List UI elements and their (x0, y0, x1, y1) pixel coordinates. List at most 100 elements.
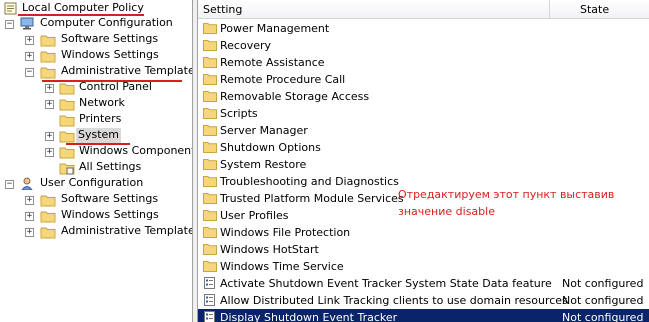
setting-state: Not configured (562, 294, 644, 307)
expand-expander[interactable]: + (25, 212, 34, 221)
expander-glyph: + (46, 83, 53, 93)
setting-name: Trusted Platform Module Services (220, 192, 404, 205)
list-row[interactable]: Activate Shutdown Event Tracker System S… (198, 275, 649, 292)
folder-icon (40, 227, 56, 239)
tree-label: Control Panel (79, 80, 152, 93)
expand-expander[interactable]: + (45, 148, 54, 157)
setting-state: Not configured (562, 311, 644, 322)
setting-name: Scripts (220, 107, 258, 120)
column-header-setting[interactable]: Setting (198, 0, 550, 19)
tree-label: Software Settings (61, 192, 159, 205)
folder-icon (203, 261, 217, 272)
setting-name: Windows Time Service (220, 260, 344, 273)
list-row[interactable]: Recovery (198, 37, 649, 54)
expand-expander[interactable]: + (45, 84, 54, 93)
expander-glyph: − (26, 67, 33, 77)
expander-glyph: − (6, 179, 13, 189)
user-icon (21, 177, 33, 190)
expander-glyph: + (26, 211, 33, 221)
list-row[interactable]: Windows File Protection (198, 224, 649, 241)
list-row[interactable]: Remote Assistance (198, 54, 649, 71)
list-header: Setting State (198, 0, 649, 19)
expand-expander[interactable]: + (25, 228, 34, 237)
collapse-expander[interactable]: − (25, 68, 34, 77)
settings-list: Setting State Power Management Recovery Re… (198, 0, 649, 322)
folder-icon (203, 176, 217, 187)
tree-label: Computer Configuration (40, 16, 173, 29)
list-row[interactable]: Shutdown Options (198, 139, 649, 156)
expander-glyph: + (26, 35, 33, 45)
folder-icon (40, 51, 56, 63)
list-row[interactable]: Removable Storage Access (198, 88, 649, 105)
folder-icon (203, 108, 217, 119)
tree-label: User Configuration (40, 176, 144, 189)
folder-icon (59, 147, 75, 159)
tree-label: All Settings (79, 160, 142, 173)
tree-label: Administrative Templates (61, 64, 192, 77)
setting-name: Server Manager (220, 124, 308, 137)
folder-icon (40, 211, 56, 223)
tree-label: Network (79, 96, 125, 109)
list-row[interactable]: System Restore (198, 156, 649, 173)
expander-glyph: + (46, 99, 53, 109)
folder-icon (203, 159, 217, 170)
navigation-tree: Local Computer Policy − Computer Configu… (0, 0, 192, 322)
setting-name: Removable Storage Access (220, 90, 370, 103)
policy-setting-icon (204, 311, 215, 322)
list-row[interactable]: Remote Procedure Call (198, 71, 649, 88)
list-row[interactable]: Windows HotStart (198, 241, 649, 258)
setting-name: Power Management (220, 22, 330, 35)
expand-expander[interactable]: + (45, 100, 54, 109)
tree-label: Windows Components (79, 144, 192, 157)
expand-expander[interactable]: + (25, 196, 34, 205)
setting-name: Recovery (220, 39, 272, 52)
list-row[interactable]: Power Management (198, 20, 649, 37)
folder-icon (203, 227, 217, 238)
collapse-expander[interactable]: − (5, 20, 14, 29)
tree-label: Printers (79, 112, 122, 125)
folder-icon (40, 195, 56, 207)
list-row[interactable]: Allow Distributed Link Tracking clients … (198, 292, 649, 309)
tree-label: Software Settings (61, 32, 159, 45)
setting-name: Troubleshooting and Diagnostics (220, 175, 399, 188)
setting-state: Not configured (562, 277, 644, 290)
setting-name: Display Shutdown Event Tracker (220, 311, 398, 322)
tree-label: Windows Settings (61, 208, 159, 221)
list-row[interactable]: Display Shutdown Event Tracker Not config… (198, 309, 649, 322)
expand-expander[interactable]: + (45, 132, 54, 141)
folder-icon (59, 99, 75, 111)
list-row[interactable]: Scripts (198, 105, 649, 122)
folder-icon (203, 193, 217, 204)
annotation-note: Отредактируем этот пункт выставив значен… (398, 188, 615, 218)
folder-icon (59, 83, 75, 95)
list-row[interactable]: Server Manager (198, 122, 649, 139)
expand-expander[interactable]: + (25, 36, 34, 45)
setting-name: User Profiles (220, 209, 289, 222)
expander-glyph: + (46, 131, 53, 141)
folder-open-icon (40, 67, 56, 79)
setting-name: System Restore (220, 158, 307, 171)
setting-name: Windows HotStart (220, 243, 319, 256)
folder-icon (203, 74, 217, 85)
collapse-expander[interactable]: − (5, 180, 14, 189)
folder-icon (203, 125, 217, 136)
folder-icon (203, 57, 217, 68)
folder-icon (203, 244, 217, 255)
setting-name: Windows File Protection (220, 226, 351, 239)
folder-icon (59, 115, 75, 127)
folder-open-icon (59, 131, 75, 143)
policy-setting-icon (204, 277, 215, 289)
setting-name: Remote Assistance (220, 56, 325, 69)
folder-icon (203, 210, 217, 221)
expander-glyph: + (46, 147, 53, 157)
folder-icon (203, 40, 217, 51)
list-row[interactable]: Windows Time Service (198, 258, 649, 275)
policy-setting-icon (204, 294, 215, 306)
expand-expander[interactable]: + (25, 52, 34, 61)
column-header-state[interactable]: State (550, 0, 649, 19)
setting-name: Allow Distributed Link Tracking clients … (220, 294, 568, 307)
expander-glyph: − (6, 19, 13, 29)
tree-label: Windows Settings (61, 48, 159, 61)
setting-name: Shutdown Options (220, 141, 321, 154)
folder-icon (203, 91, 217, 102)
